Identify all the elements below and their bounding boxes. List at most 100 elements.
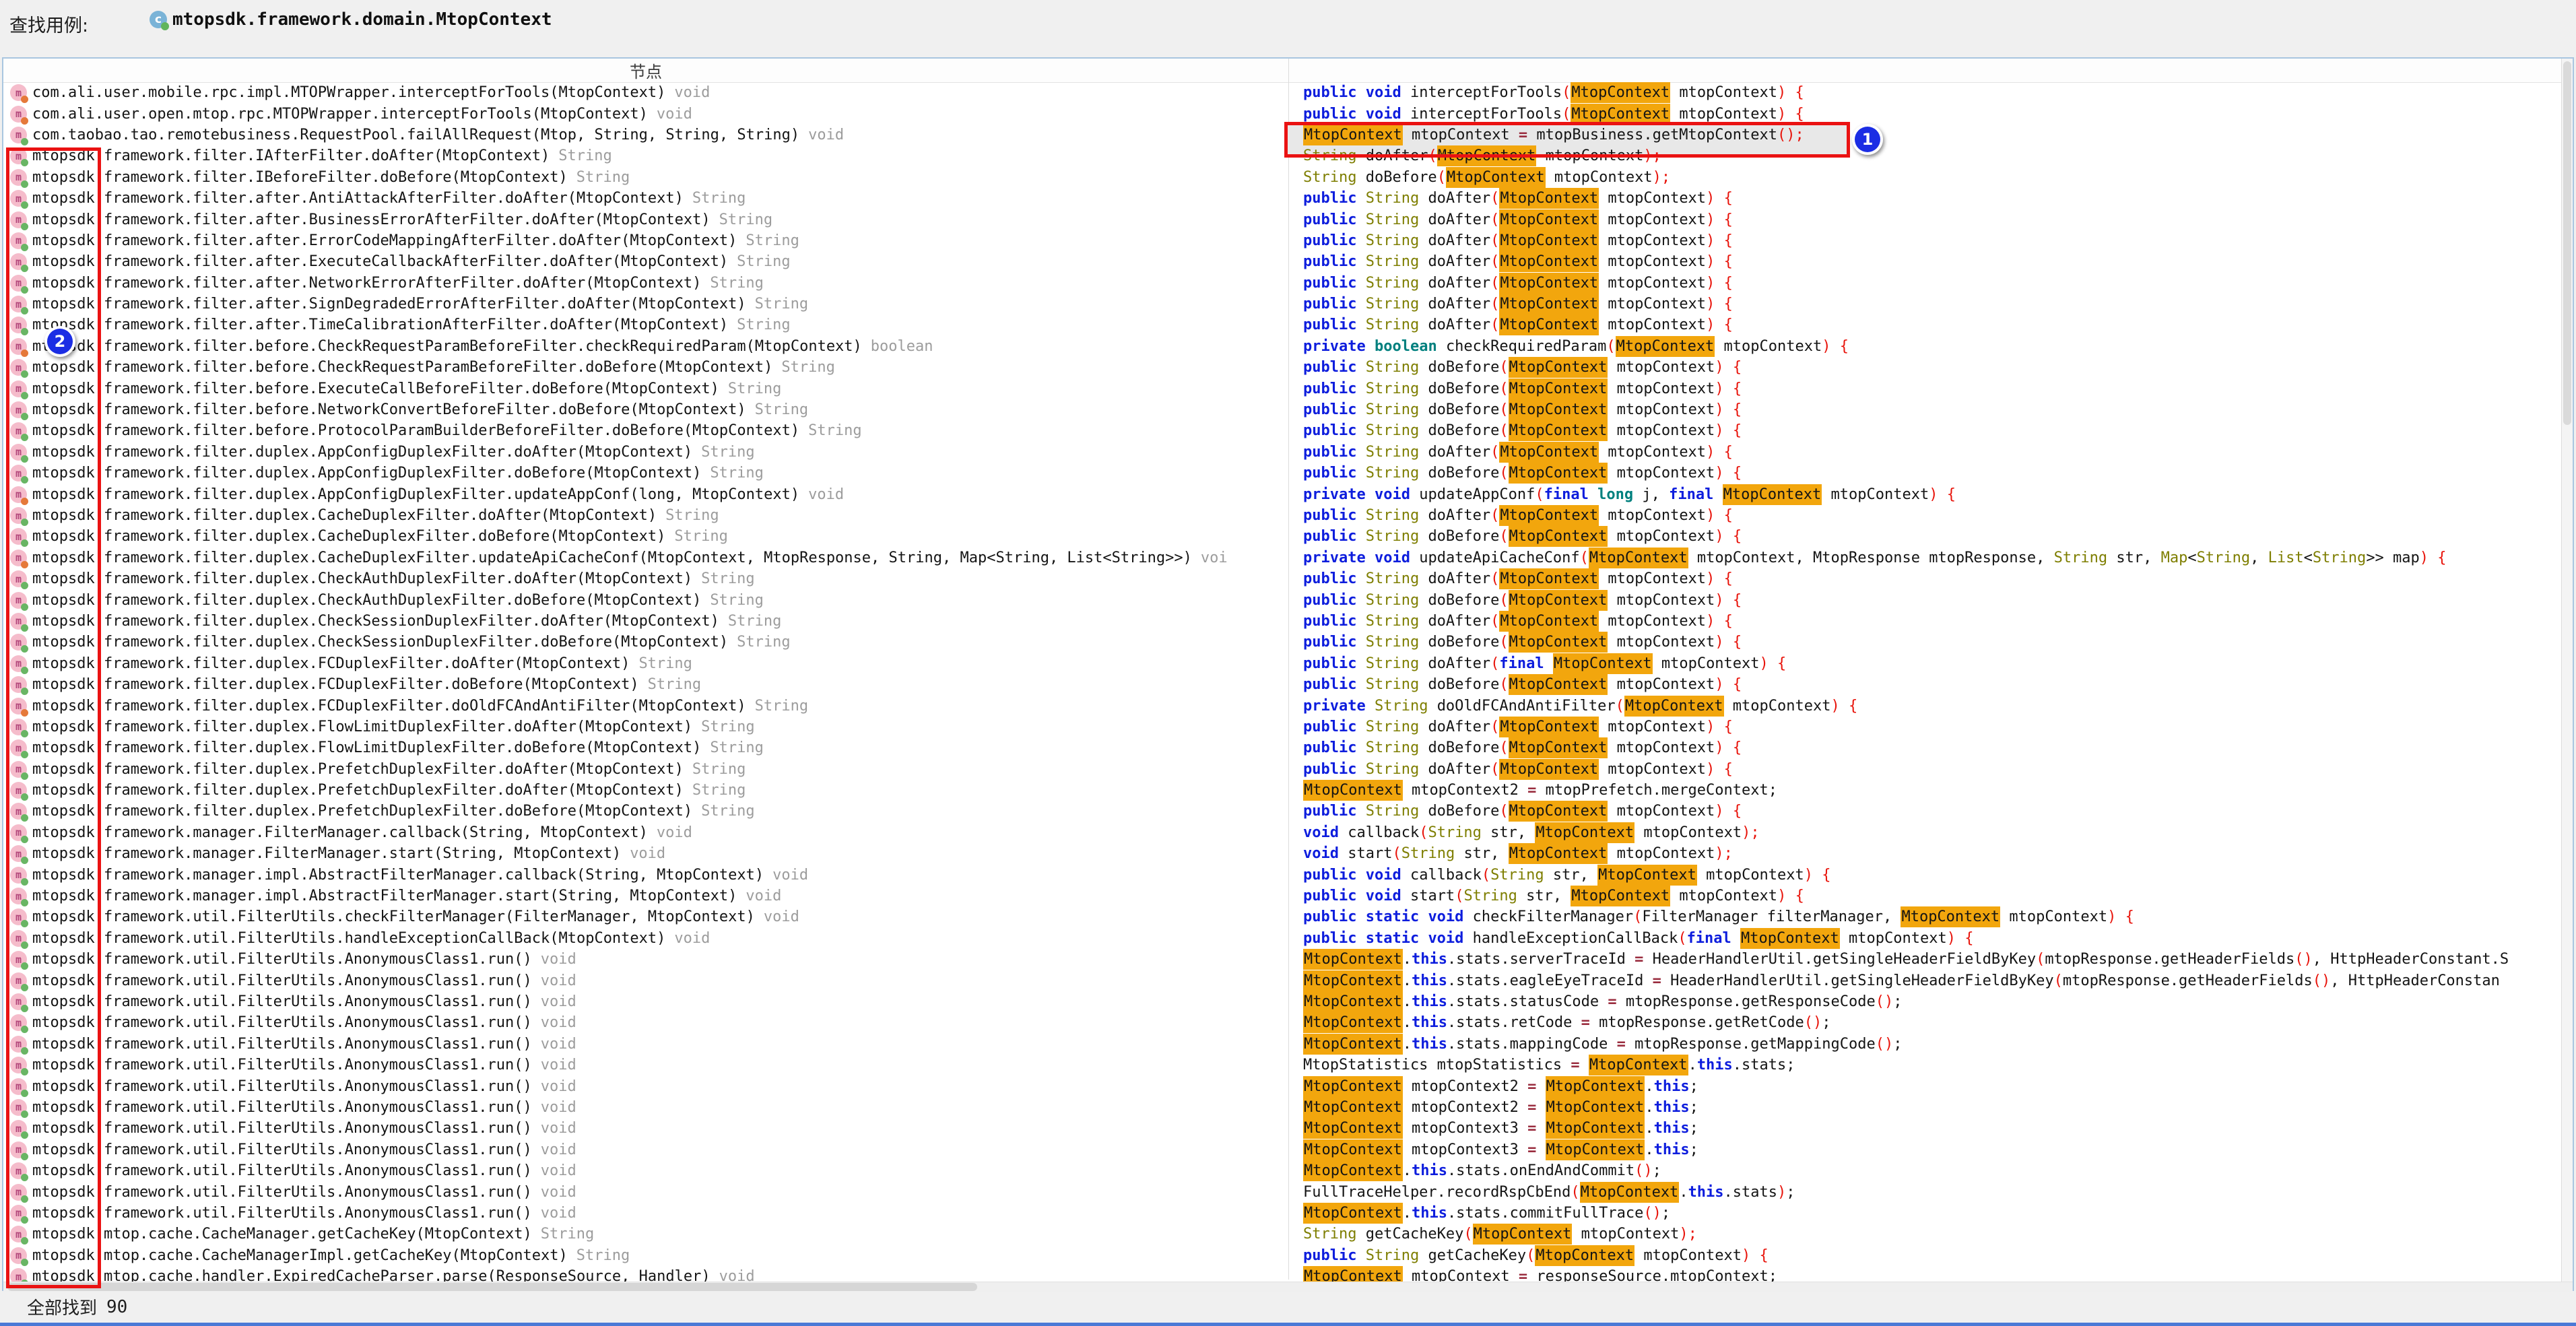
usage-code-row[interactable]: public String doBefore(MtopContext mtopC…	[1290, 357, 2564, 378]
usage-code-row[interactable]: String doBefore(MtopContext mtopContext)…	[1290, 167, 2564, 188]
usage-code-row[interactable]: public String doAfter(MtopContext mtopCo…	[1290, 188, 2564, 209]
usage-node-row[interactable]: mmtopsdk.mtop.cache.CacheManager.getCach…	[3, 1224, 1288, 1245]
usage-node-row[interactable]: mmtopsdk.framework.filter.duplex.CacheDu…	[3, 505, 1288, 526]
usage-node-row[interactable]: mmtopsdk.framework.manager.FilterManager…	[3, 843, 1288, 864]
usage-node-row[interactable]: mmtopsdk.framework.filter.duplex.Prefetc…	[3, 780, 1288, 801]
usage-node-row[interactable]: mmtopsdk.framework.util.FilterUtils.Anon…	[3, 1012, 1288, 1033]
usage-node-row[interactable]: mmtopsdk.framework.util.FilterUtils.Anon…	[3, 1097, 1288, 1118]
usage-code-row[interactable]: MtopContext.this.stats.eagleEyeTraceId =…	[1290, 970, 2564, 991]
usage-code-row[interactable]: public String doBefore(MtopContext mtopC…	[1290, 399, 2564, 420]
usage-code-row[interactable]: MtopStatistics mtopStatistics = MtopCont…	[1290, 1055, 2564, 1075]
usage-code-row[interactable]: public String doBefore(MtopContext mtopC…	[1290, 674, 2564, 695]
usage-code-row[interactable]: public String doAfter(final MtopContext …	[1290, 653, 2564, 674]
usage-node-row[interactable]: mmtopsdk.framework.filter.duplex.FlowLim…	[3, 717, 1288, 737]
column-divider[interactable]	[1288, 59, 1289, 1280]
usage-code-row[interactable]: public String doAfter(MtopContext mtopCo…	[1290, 759, 2564, 780]
usage-node-row[interactable]: mmtopsdk.framework.filter.before.Protoco…	[3, 420, 1288, 441]
usage-code-row[interactable]: MtopContext.this.stats.serverTraceId = H…	[1290, 949, 2564, 970]
usage-node-row[interactable]: mmtopsdk.framework.filter.before.Execute…	[3, 378, 1288, 399]
usage-code-row[interactable]: MtopContext.this.stats.commitFullTrace()…	[1290, 1203, 2564, 1224]
usage-node-row[interactable]: mmtopsdk.framework.util.FilterUtils.Anon…	[3, 1160, 1288, 1181]
usage-node-row[interactable]: mmtopsdk.framework.filter.after.Business…	[3, 209, 1288, 230]
usage-code-row[interactable]: public String doBefore(MtopContext mtopC…	[1290, 737, 2564, 758]
usage-code-row[interactable]: public String doAfter(MtopContext mtopCo…	[1290, 294, 2564, 314]
usage-code-row[interactable]: MtopContext.this.stats.retCode = mtopRes…	[1290, 1012, 2564, 1033]
usage-code-row[interactable]: public String doAfter(MtopContext mtopCo…	[1290, 717, 2564, 737]
usage-code-row[interactable]: public String doBefore(MtopContext mtopC…	[1290, 801, 2564, 822]
usage-node-row[interactable]: mmtopsdk.framework.filter.duplex.CheckSe…	[3, 632, 1288, 653]
usage-node-row[interactable]: mmtopsdk.framework.filter.duplex.AppConf…	[3, 442, 1288, 463]
usage-code-row[interactable]: MtopContext mtopContext = responseSource…	[1290, 1266, 2564, 1282]
usage-node-row[interactable]: mmtopsdk.mtop.cache.handler.ExpiredCache…	[3, 1266, 1288, 1282]
usage-code-row[interactable]: private boolean checkRequiredParam(MtopC…	[1290, 336, 2564, 357]
usage-node-row[interactable]: mmtopsdk.framework.util.FilterUtils.Anon…	[3, 1139, 1288, 1160]
usage-code-row[interactable]: public String doAfter(MtopContext mtopCo…	[1290, 230, 2564, 251]
usage-code-row[interactable]: MtopContext mtopContext2 = MtopContext.t…	[1290, 1097, 2564, 1118]
usage-code-row[interactable]: MtopContext mtopContext3 = MtopContext.t…	[1290, 1118, 2564, 1139]
usage-node-row[interactable]: mmtopsdk.framework.filter.duplex.CheckAu…	[3, 568, 1288, 589]
usage-node-row[interactable]: mmtopsdk.framework.filter.duplex.FCDuple…	[3, 695, 1288, 716]
usage-code-row[interactable]: public String doBefore(MtopContext mtopC…	[1290, 420, 2564, 441]
usage-code-row[interactable]: public static void checkFilterManager(Fi…	[1290, 906, 2564, 927]
usage-code-row[interactable]: void start(String str, MtopContext mtopC…	[1290, 843, 2564, 864]
usage-code-row[interactable]: public String doAfter(MtopContext mtopCo…	[1290, 505, 2564, 526]
usage-node-row[interactable]: mmtopsdk.framework.filter.duplex.CheckSe…	[3, 611, 1288, 632]
usage-node-row[interactable]: mmtopsdk.framework.filter.after.SignDegr…	[3, 294, 1288, 314]
usage-node-row[interactable]: mmtopsdk.framework.util.FilterUtils.Anon…	[3, 949, 1288, 970]
usage-node-row[interactable]: mmtopsdk.framework.filter.duplex.AppConf…	[3, 484, 1288, 504]
usage-code-row[interactable]: public String doAfter(MtopContext mtopCo…	[1290, 442, 2564, 463]
usage-code-row[interactable]: public String doBefore(MtopContext mtopC…	[1290, 463, 2564, 484]
node-column-header[interactable]: 节点	[3, 59, 1288, 82]
usage-node-row[interactable]: mmtopsdk.framework.util.FilterUtils.Anon…	[3, 991, 1288, 1012]
horizontal-scrollbar-thumb[interactable]	[7, 1283, 977, 1291]
usage-code-row[interactable]: public String doBefore(MtopContext mtopC…	[1290, 378, 2564, 399]
usage-code-row[interactable]: MtopContext.this.stats.onEndAndCommit();	[1290, 1160, 2564, 1181]
usage-code-row[interactable]: public String doAfter(MtopContext mtopCo…	[1290, 568, 2564, 589]
usage-code-row[interactable]: MtopContext.this.stats.mappingCode = mto…	[1290, 1034, 2564, 1055]
usage-code-row[interactable]: private String doOldFCAndAntiFilter(Mtop…	[1290, 695, 2564, 716]
usage-code-row[interactable]: public void interceptForTools(MtopContex…	[1290, 82, 2564, 103]
usage-node-row[interactable]: mmtopsdk.framework.util.FilterUtils.chec…	[3, 906, 1288, 927]
usage-node-row[interactable]: mmtopsdk.framework.util.FilterUtils.Anon…	[3, 1118, 1288, 1139]
usage-node-row[interactable]: mmtopsdk.framework.filter.IBeforeFilter.…	[3, 167, 1288, 188]
usage-node-row[interactable]: mcom.taobao.tao.remotebusiness.RequestPo…	[3, 125, 1288, 145]
usage-node-row[interactable]: mmtopsdk.framework.manager.FilterManager…	[3, 822, 1288, 843]
usage-code-row[interactable]: public String doBefore(MtopContext mtopC…	[1290, 526, 2564, 547]
usage-node-row[interactable]: mmtopsdk.framework.filter.after.TimeCali…	[3, 314, 1288, 335]
usage-code-row[interactable]: private void updateAppConf(final long j,…	[1290, 484, 2564, 504]
usage-node-row[interactable]: mmtopsdk.framework.filter.duplex.Prefetc…	[3, 801, 1288, 822]
usage-node-row[interactable]: mmtopsdk.framework.util.FilterUtils.hand…	[3, 928, 1288, 949]
usage-node-row[interactable]: mmtopsdk.framework.util.FilterUtils.Anon…	[3, 1075, 1288, 1096]
usage-code-row[interactable]: void callback(String str, MtopContext mt…	[1290, 822, 2564, 843]
usage-node-row[interactable]: mmtopsdk.framework.filter.duplex.AppConf…	[3, 463, 1288, 484]
usage-code-row[interactable]: public void callback(String str, MtopCon…	[1290, 864, 2564, 885]
usage-code-row[interactable]: public String doAfter(MtopContext mtopCo…	[1290, 251, 2564, 272]
usage-node-row[interactable]: mmtopsdk.framework.manager.impl.Abstract…	[3, 886, 1288, 906]
usage-node-row[interactable]: mmtopsdk.framework.filter.before.CheckRe…	[3, 357, 1288, 378]
usage-node-row[interactable]: mmtopsdk.framework.filter.after.ErrorCod…	[3, 230, 1288, 251]
usage-code-row[interactable]: public String doBefore(MtopContext mtopC…	[1290, 589, 2564, 610]
usage-node-row[interactable]: mmtopsdk.framework.filter.duplex.FCDuple…	[3, 653, 1288, 674]
usage-node-row[interactable]: mcom.ali.user.mobile.rpc.impl.MTOPWrappe…	[3, 82, 1288, 103]
usage-node-row[interactable]: mmtopsdk.framework.manager.impl.Abstract…	[3, 864, 1288, 885]
usage-node-row[interactable]: mmtopsdk.framework.util.FilterUtils.Anon…	[3, 1055, 1288, 1075]
usage-node-row[interactable]: mmtopsdk.framework.util.FilterUtils.Anon…	[3, 1181, 1288, 1202]
usage-code-row[interactable]: public String doAfter(MtopContext mtopCo…	[1290, 611, 2564, 632]
horizontal-scrollbar[interactable]	[3, 1282, 2573, 1292]
usage-code-row[interactable]: public String getCacheKey(MtopContext mt…	[1290, 1245, 2564, 1265]
usage-code-row[interactable]: MtopContext mtopContext3 = MtopContext.t…	[1290, 1139, 2564, 1160]
usage-node-row[interactable]: mmtopsdk.framework.filter.after.NetworkE…	[3, 273, 1288, 294]
usage-node-row[interactable]: mmtopsdk.framework.util.FilterUtils.Anon…	[3, 1034, 1288, 1055]
usage-node-row[interactable]: mmtopsdk.framework.filter.duplex.CacheDu…	[3, 548, 1288, 568]
usage-code-row[interactable]: String getCacheKey(MtopContext mtopConte…	[1290, 1224, 2564, 1245]
vertical-scrollbar-thumb[interactable]	[2563, 61, 2571, 425]
usage-node-row[interactable]: mmtopsdk.framework.filter.IAfterFilter.d…	[3, 145, 1288, 166]
usage-code-row[interactable]: private void updateApiCacheConf(MtopCont…	[1290, 548, 2564, 568]
usage-node-row[interactable]: mmtopsdk.framework.filter.duplex.CacheDu…	[3, 526, 1288, 547]
usage-node-row[interactable]: mmtopsdk.framework.filter.duplex.Prefetc…	[3, 759, 1288, 780]
usage-node-row[interactable]: mmtopsdk.mtop.cache.CacheManagerImpl.get…	[3, 1245, 1288, 1265]
usage-node-row[interactable]: mmtopsdk.framework.filter.before.Network…	[3, 399, 1288, 420]
usage-code-row[interactable]: public String doAfter(MtopContext mtopCo…	[1290, 209, 2564, 230]
usage-code-row[interactable]: public String doBefore(MtopContext mtopC…	[1290, 632, 2564, 653]
usage-node-row[interactable]: mmtopsdk.framework.util.FilterUtils.Anon…	[3, 1203, 1288, 1224]
